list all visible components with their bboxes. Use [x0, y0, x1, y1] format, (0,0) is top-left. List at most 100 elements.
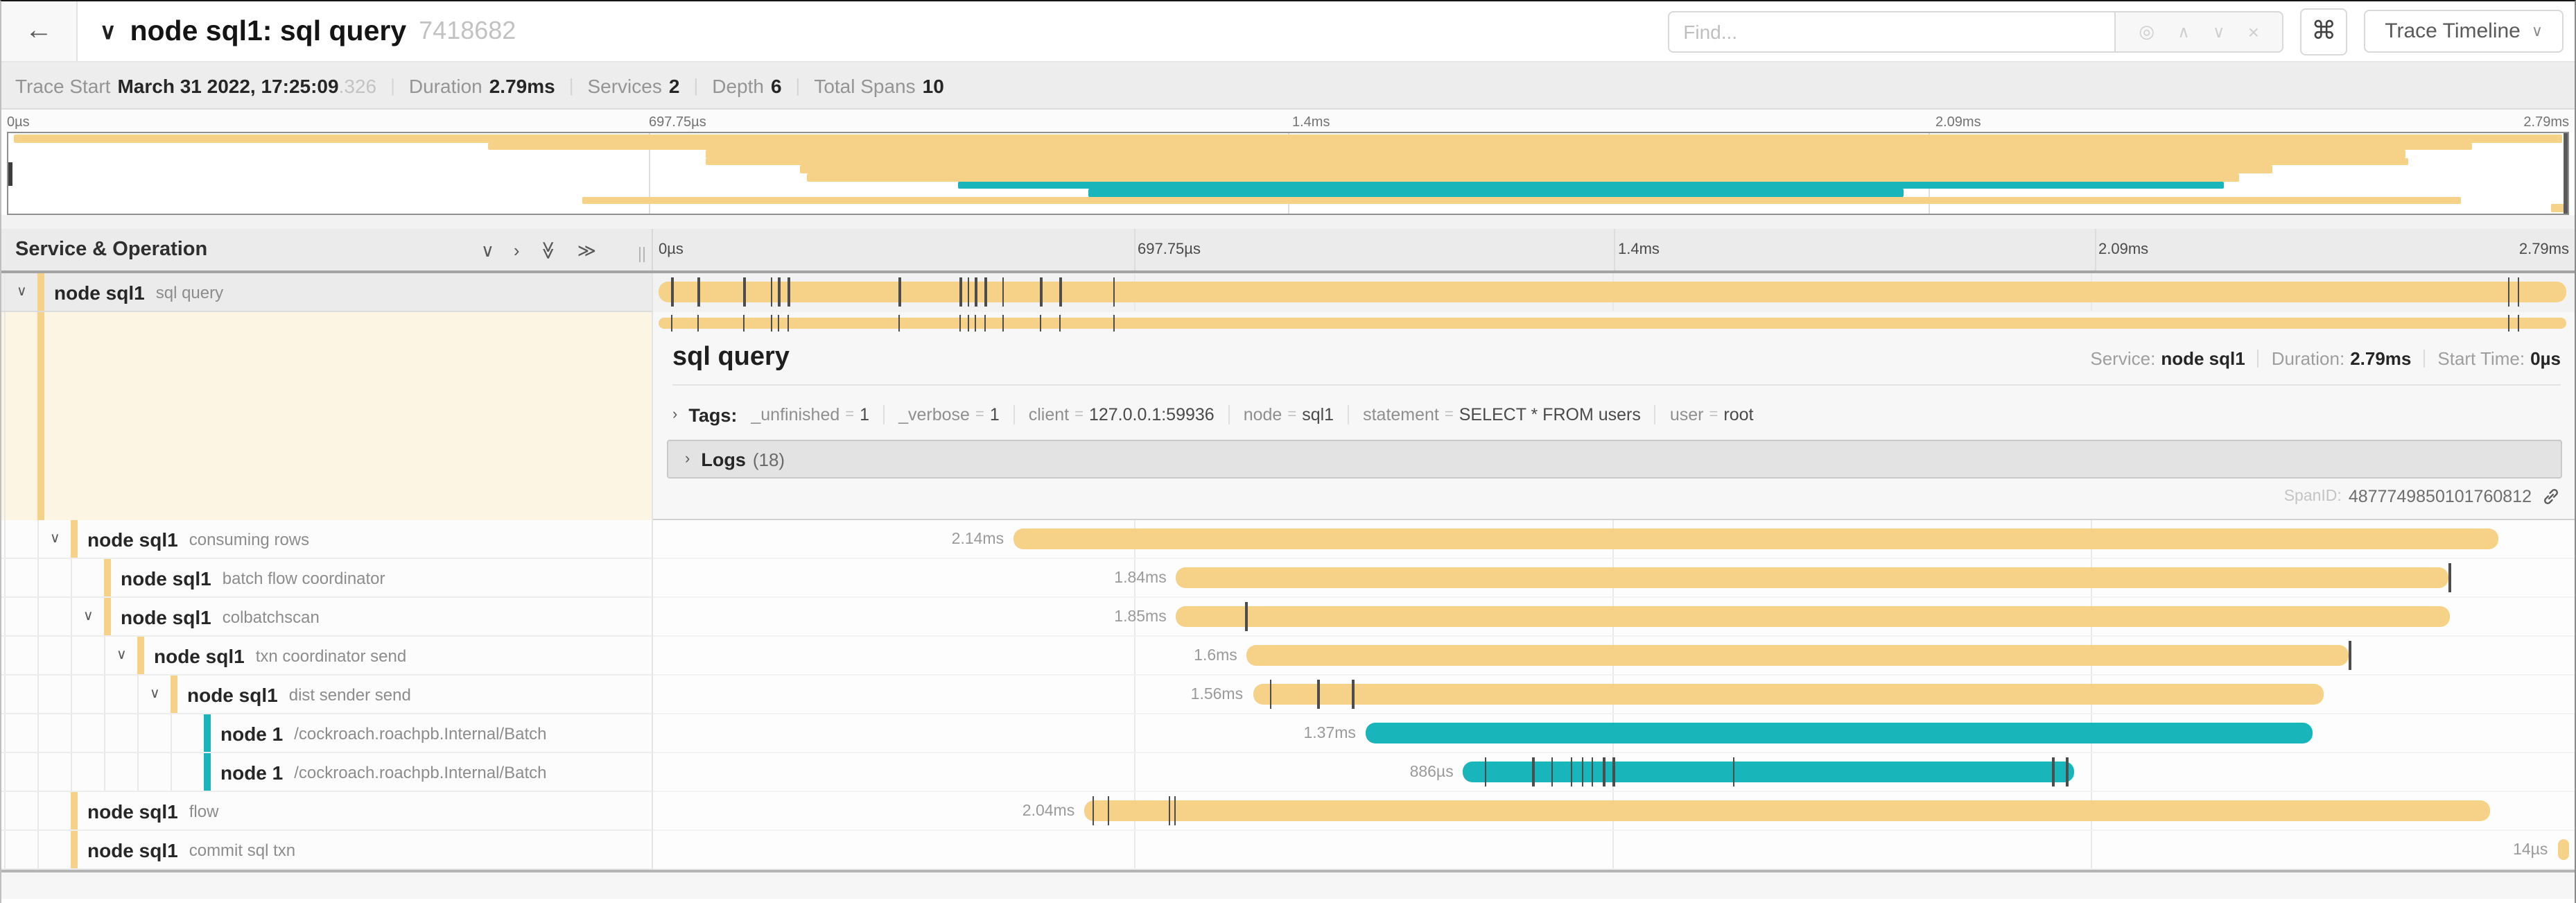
span-row[interactable]: node 1/cockroach.roachpb.Internal/Batch8…: [1, 753, 2575, 792]
span-timeline-cell[interactable]: 1.84ms: [653, 559, 2575, 598]
span-tree-cell[interactable]: ∨node sql1txn coordinator send: [1, 637, 653, 676]
span-timeline-cell[interactable]: 2.04ms: [653, 792, 2575, 831]
span-row[interactable]: node sql1flow2.04ms: [1, 792, 2575, 831]
collapse-all-icon[interactable]: ≫: [539, 240, 557, 259]
find-input[interactable]: [1668, 10, 2114, 52]
log-tick: [899, 315, 900, 332]
span-tree-cell[interactable]: node 1/cockroach.roachpb.Internal/Batch: [1, 714, 653, 753]
logs-row[interactable]: › Logs (18): [667, 440, 2562, 479]
span-lane: 1.6ms: [656, 637, 2569, 674]
span-timeline-cell[interactable]: [653, 273, 2575, 312]
span-tree-cell[interactable]: ∨node sql1sql query: [1, 273, 653, 312]
span-tree-cell[interactable]: ∨node sql1consuming rows: [1, 520, 653, 559]
span-bar[interactable]: [1463, 762, 2073, 782]
chevron-down-icon[interactable]: ∨: [150, 676, 160, 713]
timeline-gridline: [1134, 753, 1135, 791]
span-timeline-cell[interactable]: 1.56ms: [653, 676, 2575, 714]
span-row[interactable]: ∨node sql1dist sender send 1.56ms: [1, 676, 2575, 714]
log-tick: [2066, 757, 2068, 786]
span-timeline-cell[interactable]: 1.85ms: [653, 598, 2575, 637]
chevron-down-icon[interactable]: ∨: [116, 637, 127, 674]
span-bar[interactable]: [1366, 723, 2313, 743]
span-row[interactable]: ∨ node sql1colbatchscan 1.85ms: [1, 598, 2575, 637]
span-bar[interactable]: [1084, 800, 2491, 821]
minimap-right-drag-handle[interactable]: [2564, 133, 2568, 214]
tag-separator: [1013, 405, 1015, 424]
service-name: node 1: [220, 761, 283, 783]
expand-one-icon[interactable]: ›: [514, 241, 520, 259]
minimap-left-drag-handle[interactable]: [8, 162, 12, 186]
span-row[interactable]: ∨node sql1txn coordinator send1.6ms: [1, 637, 2575, 676]
span-timeline-cell[interactable]: 1.37ms: [653, 714, 2575, 753]
indent-guide: [104, 676, 105, 713]
span-bar[interactable]: [1253, 684, 2324, 705]
span-row[interactable]: node sql1batch flow coordinator1.84ms: [1, 559, 2575, 598]
minimap-span-row: [10, 142, 2566, 150]
operation-name: flow: [189, 801, 219, 820]
view-selector-button[interactable]: Trace Timeline ∨: [2364, 10, 2564, 53]
detail-span-bar-lane[interactable]: [656, 315, 2569, 332]
service-name: node sql1: [121, 605, 211, 628]
chevron-down-icon[interactable]: ∨: [83, 598, 94, 635]
locate-icon[interactable]: ◎: [2139, 20, 2155, 42]
span-tree-cell[interactable]: node sql1flow: [1, 792, 653, 831]
page-header: ← ∨ node sql1: sql query 7418682 ◎ ∧ ∨ ×…: [1, 1, 2575, 62]
log-tick: [744, 315, 745, 332]
column-resizer-handle[interactable]: [639, 247, 645, 262]
span-duration-label: 1.56ms: [1191, 676, 1253, 714]
span-timeline-cell[interactable]: 1.6ms: [653, 637, 2575, 676]
indent-guide: [4, 520, 6, 558]
span-accent-bar: [71, 831, 78, 868]
detail-span-title: sql query: [672, 343, 790, 373]
span-tree-cell[interactable]: ∨ node sql1colbatchscan: [1, 598, 653, 637]
log-tick: [1002, 315, 1004, 332]
span-tree-cell[interactable]: node 1/cockroach.roachpb.Internal/Batch: [1, 753, 653, 792]
span-id-value: 4877749850101760812: [2349, 487, 2532, 506]
log-tick: [2508, 277, 2510, 307]
keyboard-shortcuts-button[interactable]: ⌘: [2300, 8, 2347, 55]
clear-icon[interactable]: ×: [2248, 20, 2259, 42]
trace-collapse-chevron-icon[interactable]: ∨: [100, 17, 116, 45]
collapse-one-icon[interactable]: ∨: [481, 241, 494, 259]
span-bar[interactable]: [1247, 645, 2349, 666]
span-timeline-cell[interactable]: 886µs: [653, 753, 2575, 792]
summary-item: Depth6: [712, 74, 781, 96]
span-tree-cell[interactable]: ∨node sql1dist sender send: [1, 676, 653, 714]
span-bar[interactable]: [1013, 528, 2498, 549]
span-row[interactable]: ∨node sql1consuming rows2.14ms: [1, 520, 2575, 559]
chevron-up-icon[interactable]: ∧: [2177, 22, 2190, 41]
back-button[interactable]: ←: [1, 1, 78, 61]
chevron-down-icon[interactable]: ∨: [50, 520, 60, 558]
section-spacer: [1, 215, 2575, 229]
span-id-label: SpanID:: [2284, 488, 2342, 505]
span-lane: 2.14ms: [656, 520, 2569, 558]
span-bar[interactable]: [2557, 839, 2569, 860]
span-row[interactable]: ∨node sql1sql query: [1, 273, 2575, 312]
minimap-span-bar: [1088, 189, 1904, 196]
timeline-minimap[interactable]: [7, 132, 2569, 215]
chevron-down-icon[interactable]: ∨: [17, 273, 27, 311]
link-icon[interactable]: [2541, 487, 2561, 506]
span-tree-cell[interactable]: node sql1batch flow coordinator: [1, 559, 653, 598]
tag-item: statement=SELECT * FROM users: [1363, 405, 1641, 424]
span-accent-bar: [204, 714, 211, 752]
tag-key: node: [1244, 405, 1282, 424]
span-accent-bar: [71, 792, 78, 829]
span-row[interactable]: node sql1commit sql txn14µs: [1, 831, 2575, 870]
chevron-down-icon[interactable]: ∨: [2213, 22, 2225, 41]
span-bar[interactable]: [659, 282, 2566, 302]
span-bar[interactable]: [1176, 606, 2451, 627]
span-timeline-cell[interactable]: 14µs: [653, 831, 2575, 870]
span-labels: node sql1colbatchscan: [121, 598, 320, 635]
span-row[interactable]: node 1/cockroach.roachpb.Internal/Batch1…: [1, 714, 2575, 753]
header-controls: ◎ ∧ ∨ × ⌘ Trace Timeline ∨: [1668, 8, 2564, 55]
tags-row[interactable]: › Tags: _unfinished=1_verbose=1client=12…: [672, 398, 2561, 431]
minimap-span-row: [10, 166, 2566, 173]
summary-item: Total Spans10: [814, 74, 944, 96]
span-bar[interactable]: [1176, 567, 2448, 588]
span-tree-cell[interactable]: node sql1commit sql txn: [1, 831, 653, 870]
expand-all-icon[interactable]: ≫: [577, 241, 596, 259]
span-timeline-cell[interactable]: 2.14ms: [653, 520, 2575, 559]
span-detail-section: sql query Service:node sql1Duration:2.79…: [1, 312, 2575, 520]
summary-separator: |: [569, 75, 574, 96]
